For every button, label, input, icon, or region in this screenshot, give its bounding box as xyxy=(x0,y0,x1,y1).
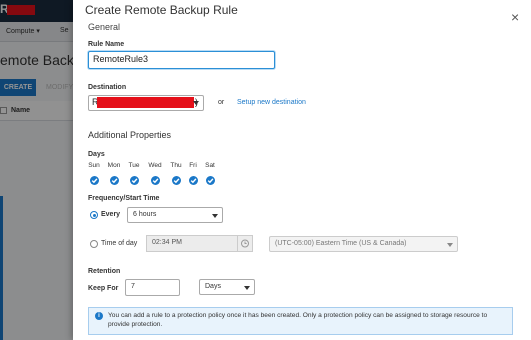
info-text: You can add a rule to a protection polic… xyxy=(108,312,488,328)
keep-for-unit-value: Days xyxy=(205,283,221,290)
clock-icon[interactable] xyxy=(237,235,253,252)
day-label-sat: Sat xyxy=(205,162,215,169)
frequency-label: Frequency/Start Time xyxy=(88,195,160,202)
setup-new-destination-link[interactable]: Setup new destination xyxy=(237,99,306,106)
dialog-title: Create Remote Backup Rule xyxy=(85,3,238,17)
keep-for-input[interactable]: 7 xyxy=(125,279,180,296)
day-label-thu: Thu xyxy=(170,162,182,169)
close-icon[interactable]: × xyxy=(511,10,519,24)
time-of-day-label: Time of day xyxy=(101,240,138,247)
rule-name-input[interactable]: RemoteRule3 xyxy=(88,51,275,69)
day-label-wed: Wed xyxy=(148,162,162,169)
section-additional-heading: Additional Properties xyxy=(88,130,172,140)
day-checkbox-thu[interactable] xyxy=(172,176,181,185)
info-banner: i You can add a rule to a protection pol… xyxy=(88,307,513,335)
every-interval-select[interactable]: 6 hours xyxy=(127,207,223,223)
day-label-mon: Mon xyxy=(107,162,121,169)
day-label-tue: Tue xyxy=(128,162,140,169)
create-remote-backup-rule-dialog: × Create Remote Backup Rule General Rule… xyxy=(73,0,531,340)
timezone-value: (UTC-05:00) Eastern Time (US & Canada) xyxy=(275,240,407,247)
or-text: or xyxy=(218,99,225,106)
section-general-heading: General xyxy=(88,22,121,32)
every-label: Every xyxy=(101,211,121,218)
every-interval-value: 6 hours xyxy=(133,211,157,218)
timezone-select[interactable]: (UTC-05:00) Eastern Time (US & Canada) xyxy=(269,236,458,252)
destination-select[interactable]: R ) xyxy=(88,95,204,111)
chevron-down-icon xyxy=(447,243,453,247)
keep-for-label: Keep For xyxy=(88,285,119,292)
day-checkbox-tue[interactable] xyxy=(130,176,139,185)
chevron-down-icon xyxy=(244,286,250,290)
every-radio[interactable] xyxy=(90,211,98,219)
day-label-fri: Fri xyxy=(189,162,197,169)
time-of-day-radio[interactable] xyxy=(90,240,98,248)
rule-name-label: Rule Name xyxy=(88,41,125,48)
keep-for-unit-select[interactable]: Days xyxy=(199,279,255,295)
redacted-destination xyxy=(97,97,194,108)
destination-label: Destination xyxy=(88,84,127,91)
days-label: Days xyxy=(88,151,105,158)
retention-label: Retention xyxy=(88,268,121,275)
day-checkbox-wed[interactable] xyxy=(151,176,160,185)
info-icon: i xyxy=(95,312,103,320)
chevron-down-icon xyxy=(193,101,199,105)
day-checkbox-sun[interactable] xyxy=(90,176,99,185)
chevron-down-icon xyxy=(212,214,218,218)
day-checkbox-fri[interactable] xyxy=(189,176,198,185)
day-checkbox-sat[interactable] xyxy=(206,176,215,185)
day-checkbox-mon[interactable] xyxy=(110,176,119,185)
time-value: 02:34 PM xyxy=(152,239,182,246)
day-label-sun: Sun xyxy=(88,162,100,169)
